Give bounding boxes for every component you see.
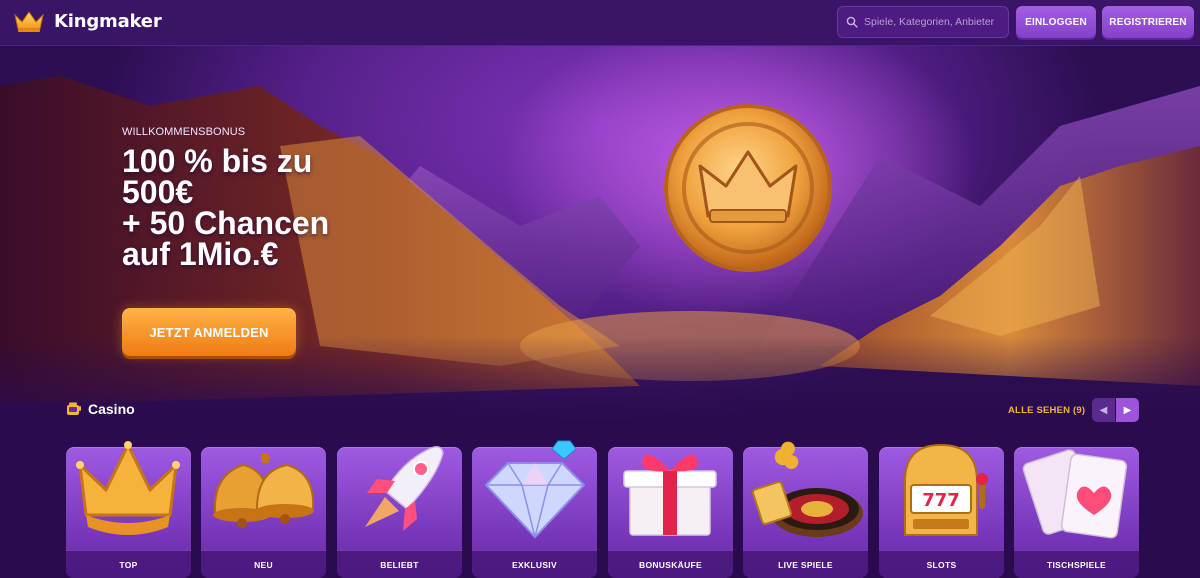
headline-line: 500€: [122, 174, 194, 210]
chevron-right-icon: ▶: [1123, 404, 1132, 416]
category-label: NEU: [254, 559, 273, 570]
category-tile-table-games[interactable]: TISCHSPIELE: [1014, 447, 1139, 578]
category-tile-popular[interactable]: BELIEBT: [337, 446, 462, 578]
top-header: Kingmaker EINLOGGEN REGISTRIEREN: [0, 0, 1200, 46]
search-input[interactable]: [864, 16, 1004, 28]
brand-name: Kingmaker: [54, 10, 162, 32]
carousel-next-button[interactable]: ▶: [1116, 398, 1139, 422]
category-label: LIVE SPIELE: [778, 559, 833, 570]
hero-copy: WILLKOMMENSBONUS 100 % bis zu 500€ + 50 …: [122, 126, 382, 270]
crown-coin-icon: [664, 104, 832, 272]
category-label: SLOTS: [926, 559, 957, 570]
roulette-icon: [751, 441, 863, 537]
slot-machine-icon: 777: [904, 443, 988, 536]
category-label: TISCHSPIELE: [1046, 559, 1107, 570]
crown-logo-icon: [14, 11, 44, 32]
signup-cta-button[interactable]: JETZT ANMELDEN: [122, 308, 296, 356]
bonus-eyebrow: WILLKOMMENSBONUS: [122, 126, 246, 138]
category-label: TOP: [119, 559, 138, 570]
casino-title: Casino: [66, 401, 135, 417]
see-all-link[interactable]: ALLE SEHEN (9): [1008, 405, 1085, 416]
crown-icon: [76, 441, 180, 535]
category-label: BONUSKÄUFE: [639, 559, 702, 570]
category-tile-top[interactable]: TOP: [66, 441, 191, 578]
category-tile-live-games[interactable]: LIVE SPIELE: [743, 441, 868, 578]
chevron-left-icon: ◀: [1099, 404, 1108, 416]
category-tile-exclusive[interactable]: EXKLUSIV: [472, 440, 597, 578]
diamond-icon: [484, 440, 586, 539]
headline-line: 100 % bis zu: [122, 143, 313, 179]
slot-machine-icon: [67, 402, 81, 415]
category-tile-bonus-buys[interactable]: BONUSKÄUFE: [608, 447, 733, 578]
playing-cards-icon: [1022, 449, 1128, 539]
casino-section-header: Casino ALLE SEHEN (9) ◀ ▶: [66, 398, 1140, 424]
gift-icon: [623, 454, 717, 536]
rocket-icon: [365, 446, 444, 531]
category-label: EXKLUSIV: [512, 559, 557, 570]
headline-line: auf 1Mio.€: [122, 236, 279, 272]
login-button[interactable]: EINLOGGEN: [1016, 6, 1096, 38]
carousel-prev-button[interactable]: ◀: [1092, 398, 1115, 422]
category-tile-new[interactable]: NEU: [201, 447, 326, 578]
bonus-headline: 100 % bis zu 500€ + 50 Chancen auf 1Mio.…: [122, 143, 382, 272]
svg-text:777: 777: [922, 490, 960, 511]
bell-icon: [213, 453, 315, 528]
register-button[interactable]: REGISTRIEREN: [1102, 6, 1194, 38]
headline-line: + 50 Chancen: [122, 205, 330, 241]
category-tile-slots[interactable]: 777 SLOTS: [879, 443, 1004, 578]
category-label: BELIEBT: [380, 559, 419, 570]
search-icon: [846, 16, 858, 28]
casino-title-text: Casino: [88, 401, 135, 417]
brand-logo[interactable]: Kingmaker: [12, 9, 162, 33]
search-box[interactable]: [837, 6, 1009, 38]
